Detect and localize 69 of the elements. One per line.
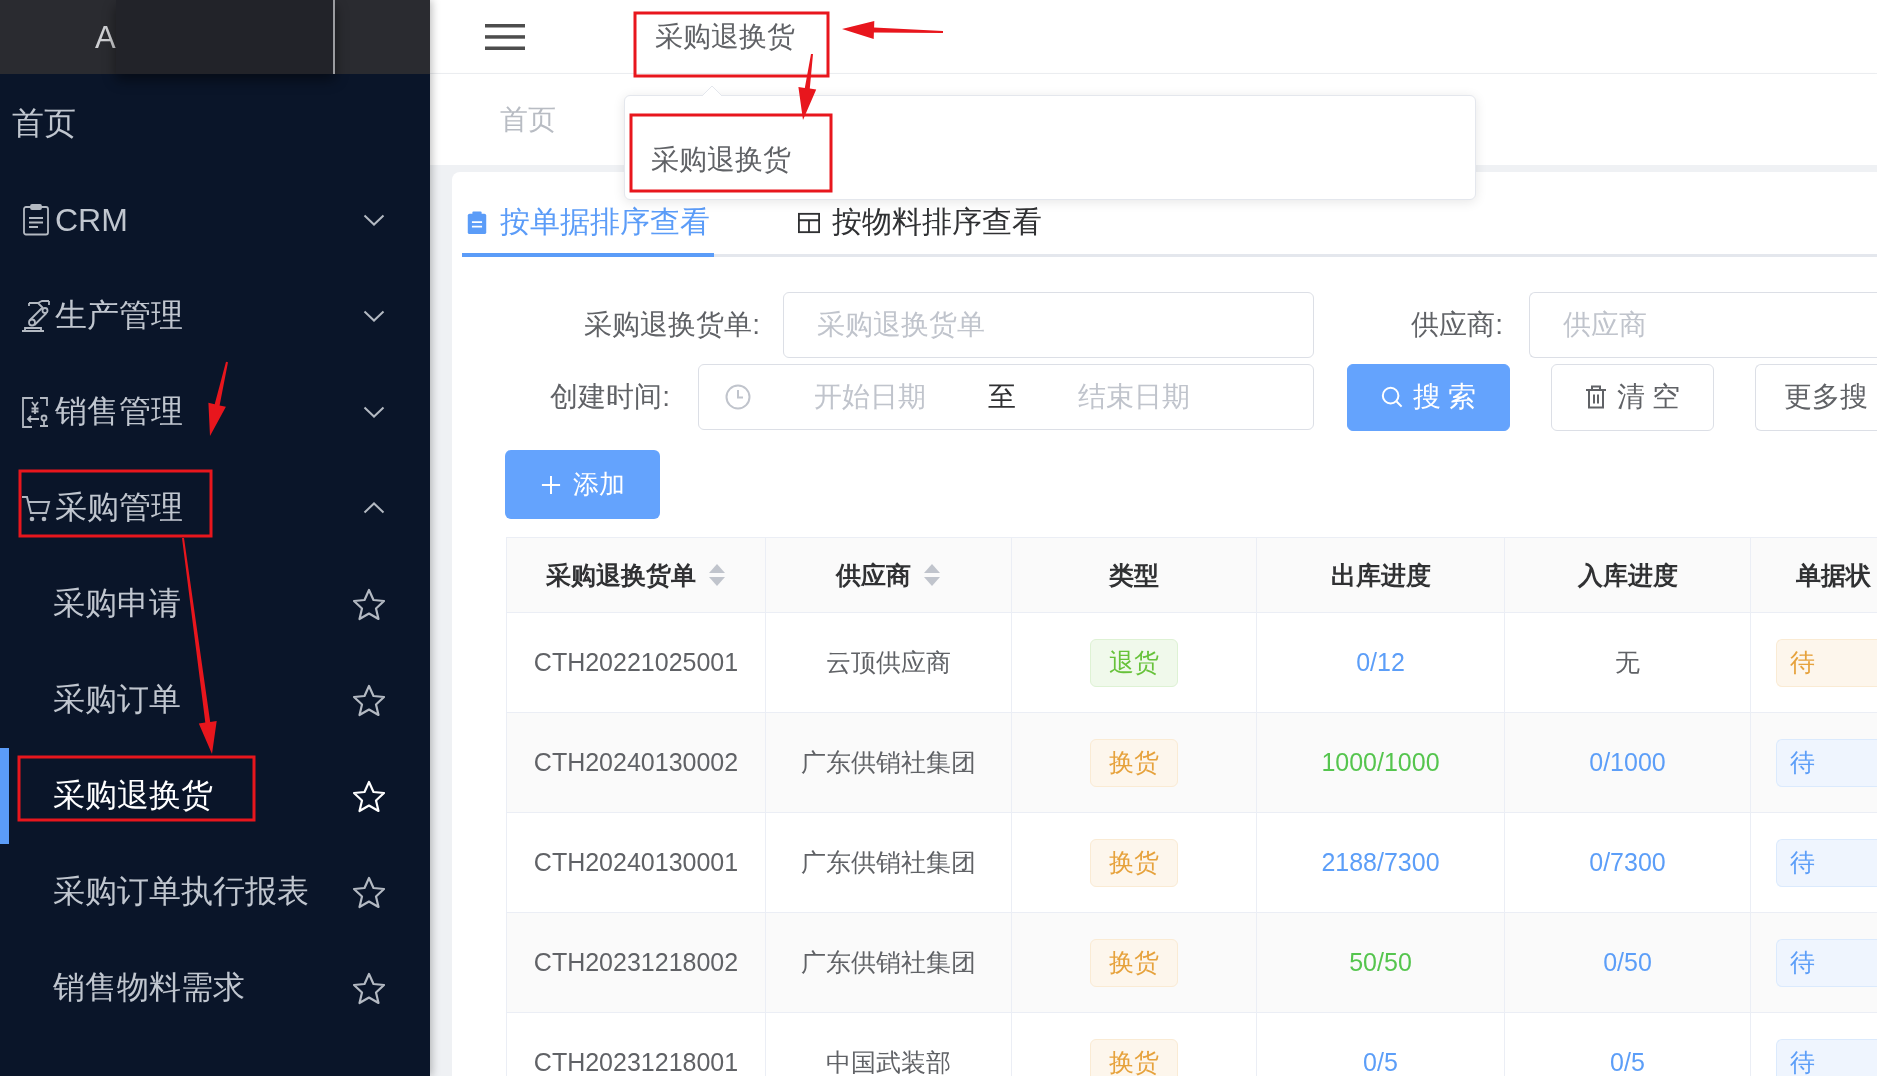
- table-cell: CTH20240130001: [507, 813, 766, 913]
- status-tag: 待: [1776, 1038, 1877, 1076]
- column-header[interactable]: 采购退换货单: [507, 538, 766, 613]
- field-label: 创建时间:: [549, 380, 670, 414]
- column-header[interactable]: 供应商: [766, 538, 1012, 613]
- submenu-item[interactable]: 销售物料需求: [0, 940, 430, 1036]
- trash-icon: [1584, 385, 1607, 409]
- date-range-field[interactable]: 开始日期 至 结束日期: [698, 364, 1314, 430]
- menu-item[interactable]: 销售管理: [0, 364, 430, 460]
- table-cell: 广东供销社集团: [766, 913, 1012, 1013]
- document-icon: [21, 396, 51, 428]
- submenu-item[interactable]: 采购订单执行报表: [0, 844, 430, 940]
- type-tag: 退货: [1090, 638, 1178, 687]
- range-separator: 至: [987, 380, 1017, 414]
- table-cell: 0/12: [1257, 613, 1505, 713]
- table-cell: CTH20221025001: [507, 613, 766, 713]
- annotation-arrow: [798, 53, 817, 120]
- table-cell: CTH20240130002: [507, 713, 766, 813]
- breadcrumb-item[interactable]: 采购退换货: [655, 17, 795, 56]
- status-tag: 待: [1776, 638, 1877, 687]
- date-input[interactable]: 开始日期: [763, 377, 977, 417]
- clock-icon: [725, 384, 751, 410]
- star-icon[interactable]: [352, 587, 386, 621]
- robot-arm-icon: [21, 300, 51, 332]
- table-cell: 0/50: [1505, 913, 1751, 1013]
- search-icon: [1380, 385, 1403, 409]
- submenu-item[interactable]: 采购申请: [0, 556, 430, 652]
- field-label: 采购退换货单:: [583, 308, 760, 342]
- more-search-button[interactable]: 更多搜: [1755, 363, 1877, 431]
- table-cell: 无: [1505, 613, 1751, 713]
- column-header: 类型: [1012, 538, 1257, 613]
- table-cell: 0/7300: [1505, 813, 1751, 913]
- table-cell: 0/1000: [1505, 713, 1751, 813]
- status-tag: 待: [1776, 938, 1877, 987]
- date-input[interactable]: 结束日期: [1027, 377, 1241, 417]
- table-cell: 2188/7300: [1257, 813, 1505, 913]
- field-label: 供应商:: [1410, 308, 1503, 342]
- clipboard-icon: [466, 210, 488, 235]
- table-cell: 广东供销社集团: [766, 813, 1012, 913]
- table-cell: CTH20231218002: [507, 913, 766, 1013]
- star-icon[interactable]: [352, 683, 386, 717]
- clear-button[interactable]: 清 空: [1551, 363, 1714, 431]
- table-cell: 50/50: [1257, 913, 1505, 1013]
- clipboard-icon: [21, 204, 51, 236]
- status-tag: 待: [1776, 838, 1877, 887]
- logo-text: A: [95, 21, 116, 53]
- star-icon[interactable]: [352, 971, 386, 1005]
- column-header: 单据状: [1751, 538, 1877, 613]
- table-cell: 1000/1000: [1257, 713, 1505, 813]
- plus-icon: [540, 474, 561, 495]
- table-cell: 广东供销社集团: [766, 713, 1012, 813]
- column-header: 入库进度: [1505, 538, 1751, 613]
- type-tag: 换货: [1090, 838, 1178, 887]
- table-cell: 云顶供应商: [766, 613, 1012, 713]
- menu-icon[interactable]: [485, 22, 525, 51]
- menu-item[interactable]: 生产管理: [0, 268, 430, 364]
- status-tag: 待: [1776, 738, 1877, 787]
- type-tag: 换货: [1090, 738, 1178, 787]
- input-field[interactable]: 采购退换货单: [783, 292, 1314, 358]
- menu-item[interactable]: CRM: [0, 172, 430, 268]
- column-header: 出库进度: [1257, 538, 1505, 613]
- table-icon: [798, 210, 820, 235]
- type-tag: 换货: [1090, 938, 1178, 987]
- menu-item[interactable]: 首页: [0, 76, 430, 172]
- input-field[interactable]: 供应商: [1529, 292, 1877, 358]
- submenu-item[interactable]: 采购订单: [0, 652, 430, 748]
- star-icon[interactable]: [352, 875, 386, 909]
- menu-item[interactable]: 采购管理: [0, 460, 430, 556]
- type-tag: 换货: [1090, 1038, 1178, 1076]
